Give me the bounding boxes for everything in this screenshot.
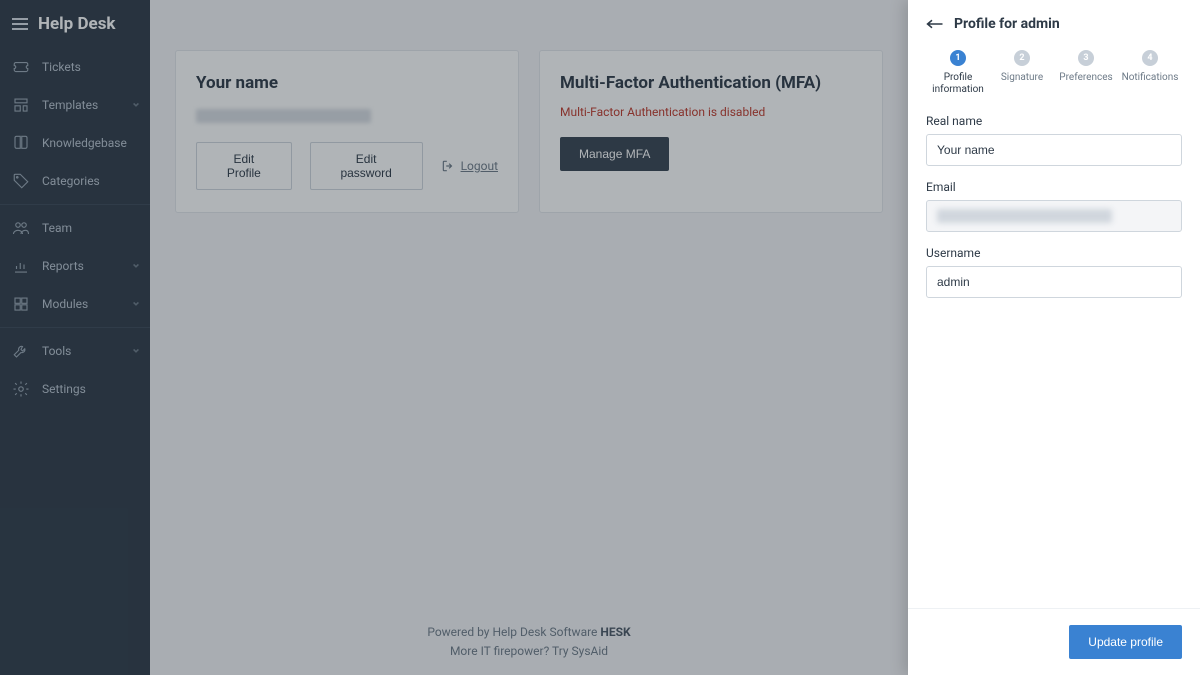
profile-card: Your name admin@example.example.exam Edi… bbox=[175, 50, 519, 213]
email-input[interactable]: admin@example.example.exam bbox=[926, 200, 1182, 232]
stepper: 1 Profile information 2 Signature 3 Pref… bbox=[908, 42, 1200, 114]
mfa-card-title: Multi-Factor Authentication (MFA) bbox=[560, 73, 862, 93]
sidebar-item-label: Tickets bbox=[42, 60, 81, 74]
step-label: Notifications bbox=[1122, 72, 1179, 84]
manage-mfa-button[interactable]: Manage MFA bbox=[560, 137, 669, 171]
chevron-down-icon bbox=[132, 98, 140, 112]
book-icon bbox=[12, 134, 30, 152]
email-value-redacted: admin@example.example.exam bbox=[937, 209, 1112, 223]
sidebar-item-tickets[interactable]: Tickets bbox=[0, 48, 150, 86]
footer-link-sysaid[interactable]: SysAid bbox=[572, 644, 609, 658]
mfa-status-text: Multi-Factor Authentication is disabled bbox=[560, 105, 862, 119]
profile-card-title: Your name bbox=[196, 73, 498, 93]
sidebar-divider bbox=[0, 327, 150, 328]
modules-icon bbox=[12, 295, 30, 313]
real-name-input[interactable] bbox=[926, 134, 1182, 166]
step-number: 2 bbox=[1014, 50, 1030, 66]
profile-panel: Profile for admin 1 Profile information … bbox=[908, 0, 1200, 675]
mfa-card: Multi-Factor Authentication (MFA) Multi-… bbox=[539, 50, 883, 213]
sidebar-item-label: Settings bbox=[42, 382, 86, 396]
sidebar-item-label: Knowledgebase bbox=[42, 136, 127, 150]
step-label: Preferences bbox=[1059, 72, 1112, 84]
sidebar-item-reports[interactable]: Reports bbox=[0, 247, 150, 285]
footer: Powered by Help Desk Software HESK More … bbox=[150, 623, 908, 661]
gear-icon bbox=[12, 380, 30, 398]
username-label: Username bbox=[926, 246, 1182, 260]
real-name-label: Real name bbox=[926, 114, 1182, 128]
step-label: Signature bbox=[1001, 72, 1043, 84]
sidebar-item-label: Reports bbox=[42, 259, 84, 273]
wrench-icon bbox=[12, 342, 30, 360]
hamburger-icon[interactable] bbox=[12, 18, 28, 30]
tag-icon bbox=[12, 172, 30, 190]
sidebar-item-label: Categories bbox=[42, 174, 100, 188]
ticket-icon bbox=[12, 58, 30, 76]
step-number: 1 bbox=[950, 50, 966, 66]
chart-icon bbox=[12, 257, 30, 275]
footer-brand: HESK bbox=[597, 625, 630, 639]
sidebar-item-modules[interactable]: Modules bbox=[0, 285, 150, 323]
logout-icon bbox=[441, 159, 455, 173]
chevron-down-icon bbox=[132, 297, 140, 311]
sidebar-item-templates[interactable]: Templates bbox=[0, 86, 150, 124]
username-input[interactable] bbox=[926, 266, 1182, 298]
chevron-down-icon bbox=[132, 259, 140, 273]
step-label: Profile information bbox=[926, 72, 990, 96]
sidebar-divider bbox=[0, 204, 150, 205]
panel-title: Profile for admin bbox=[954, 16, 1060, 32]
step-preferences[interactable]: 3 Preferences bbox=[1054, 50, 1118, 96]
brand-title: Help Desk bbox=[38, 14, 116, 34]
step-signature[interactable]: 2 Signature bbox=[990, 50, 1054, 96]
sidebar-header: Help Desk bbox=[0, 0, 150, 48]
footer-prefix: Powered by bbox=[427, 625, 492, 639]
logout-link[interactable]: Logout bbox=[441, 142, 498, 190]
chevron-down-icon bbox=[132, 344, 140, 358]
sidebar-item-team[interactable]: Team bbox=[0, 209, 150, 247]
step-number: 4 bbox=[1142, 50, 1158, 66]
logout-label: Logout bbox=[461, 159, 498, 173]
step-number: 3 bbox=[1078, 50, 1094, 66]
sidebar-item-tools[interactable]: Tools bbox=[0, 332, 150, 370]
sidebar-item-label: Tools bbox=[42, 344, 71, 358]
sidebar-item-settings[interactable]: Settings bbox=[0, 370, 150, 408]
update-profile-button[interactable]: Update profile bbox=[1069, 625, 1182, 659]
back-arrow-icon[interactable] bbox=[926, 19, 944, 29]
sidebar: Help Desk Tickets Templates Knowledgebas… bbox=[0, 0, 150, 675]
step-profile-info[interactable]: 1 Profile information bbox=[926, 50, 990, 96]
profile-email-redacted: admin@example.example.exam bbox=[196, 109, 371, 123]
team-icon bbox=[12, 219, 30, 237]
sidebar-item-label: Team bbox=[42, 221, 72, 235]
footer-link-hesk[interactable]: Help Desk Software bbox=[492, 625, 597, 639]
edit-profile-button[interactable]: Edit Profile bbox=[196, 142, 292, 190]
email-label: Email bbox=[926, 180, 1182, 194]
footer-prefix2: More IT firepower? Try bbox=[450, 644, 572, 658]
sidebar-item-label: Templates bbox=[42, 98, 98, 112]
main-content: Your name admin@example.example.exam Edi… bbox=[150, 0, 908, 675]
step-notifications[interactable]: 4 Notifications bbox=[1118, 50, 1182, 96]
templates-icon bbox=[12, 96, 30, 114]
sidebar-item-knowledgebase[interactable]: Knowledgebase bbox=[0, 124, 150, 162]
sidebar-item-label: Modules bbox=[42, 297, 88, 311]
sidebar-item-categories[interactable]: Categories bbox=[0, 162, 150, 200]
edit-password-button[interactable]: Edit password bbox=[310, 142, 423, 190]
